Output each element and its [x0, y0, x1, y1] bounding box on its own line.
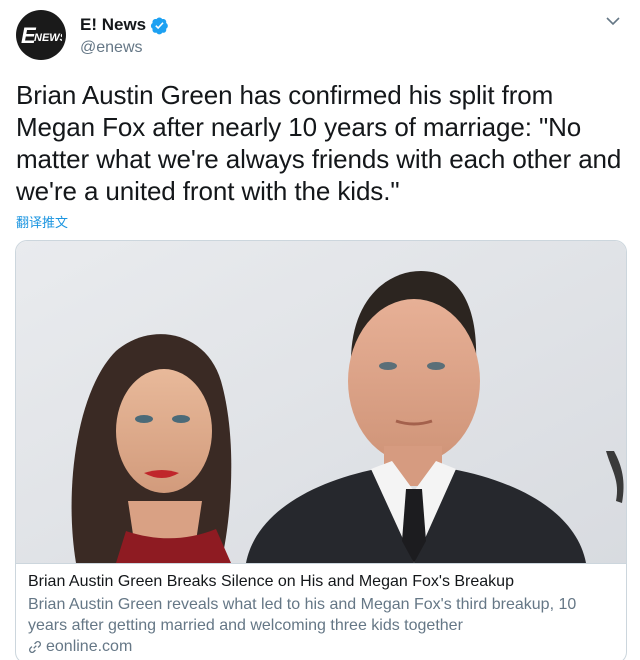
handle[interactable]: @enews — [80, 39, 169, 57]
card-description: Brian Austin Green reveals what led to h… — [28, 596, 577, 634]
verified-badge-icon — [151, 16, 168, 34]
translate-tweet-link[interactable]: 翻译推文 — [16, 212, 68, 231]
tweet-text: Brian Austin Green has confirmed his spl… — [16, 80, 622, 206]
card-photo[interactable] — [16, 241, 627, 563]
link-icon — [29, 641, 41, 653]
card-domain[interactable]: eonline.com — [46, 638, 132, 656]
link-card[interactable]: Brian Austin Green Breaks Silence on His… — [15, 240, 627, 660]
chevron-down-icon[interactable] — [606, 16, 620, 26]
card-meta[interactable]: Brian Austin Green Breaks Silence on His… — [16, 563, 626, 660]
svg-text:NEWS: NEWS — [34, 32, 62, 44]
avatar[interactable]: E NEWS — [16, 10, 66, 60]
enews-logo: E NEWS — [21, 23, 62, 47]
display-name[interactable]: E! News — [80, 15, 146, 35]
card-title[interactable]: Brian Austin Green Breaks Silence on His… — [28, 572, 616, 592]
tweet-header: E NEWS E! News @enews — [16, 10, 624, 62]
